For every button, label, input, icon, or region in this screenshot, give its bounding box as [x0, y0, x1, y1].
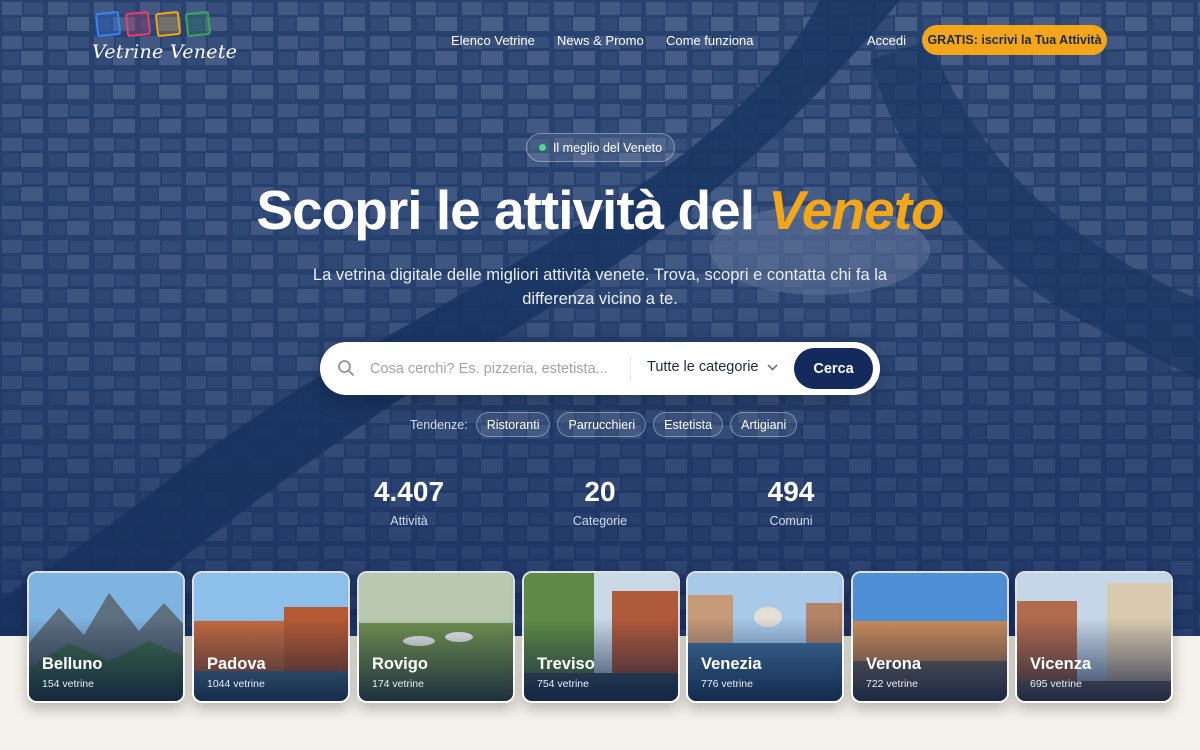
province-card-verona[interactable]: Verona 722 vetrine	[851, 571, 1009, 703]
province-name: Vicenza	[1030, 655, 1092, 673]
nav-link-elenco-vetrine[interactable]: Elenco Vetrine	[451, 33, 535, 48]
nav-link-come-funziona[interactable]: Come funziona	[666, 33, 753, 48]
province-count: 154 vetrine	[42, 678, 94, 690]
province-count: 722 vetrine	[866, 678, 918, 690]
province-count: 776 vetrine	[701, 678, 753, 690]
logo[interactable]: Vetrine Venete	[92, 10, 238, 70]
stat-value: 494	[767, 476, 815, 507]
stat-comuni: 494 Comuni	[691, 476, 891, 528]
trend-chip-artigiani[interactable]: Artigiani	[730, 412, 798, 437]
stat-categorie: 20 Categorie	[500, 476, 700, 528]
province-count: 695 vetrine	[1030, 678, 1082, 690]
logo-square-green	[184, 10, 212, 38]
trend-chip-parrucchieri[interactable]: Parrucchieri	[557, 412, 647, 437]
trending-tags: Tendenze: Ristoranti Parrucchieri Esteti…	[410, 412, 798, 437]
province-card-venezia[interactable]: Venezia 776 vetrine	[686, 571, 844, 703]
search-icon	[338, 360, 354, 376]
logo-text: Vetrine Venete	[92, 41, 238, 63]
province-count: 754 vetrine	[537, 678, 589, 690]
logo-square-yellow	[154, 10, 182, 38]
province-name: Treviso	[537, 655, 595, 673]
page-title-main: Scopri le attività del	[256, 179, 755, 241]
trending-label: Tendenze:	[410, 417, 468, 432]
province-card-vicenza[interactable]: Vicenza 695 vetrine	[1015, 571, 1173, 703]
stat-label: Comuni	[769, 514, 813, 528]
logo-square-pink	[124, 10, 152, 38]
province-name: Verona	[866, 655, 922, 673]
page-title-accent: Veneto	[768, 179, 944, 241]
province-card-belluno[interactable]: Belluno 154 vetrine	[27, 571, 185, 703]
province-name: Belluno	[42, 655, 103, 673]
stat-label: Categorie	[572, 514, 628, 528]
hero-background	[0, 0, 1200, 636]
trend-chip-ristoranti[interactable]: Ristoranti	[475, 412, 551, 437]
province-card-treviso[interactable]: Treviso 754 vetrine	[522, 571, 680, 703]
logo-squares	[94, 10, 224, 38]
province-name: Venezia	[701, 655, 762, 673]
category-select-value: Tutte le categorie	[647, 359, 759, 375]
province-name: Rovigo	[372, 655, 428, 673]
nav-link-news-promo[interactable]: News & Promo	[557, 33, 644, 48]
page-title: Scopri le attività del Veneto	[0, 178, 1200, 242]
stat-value: 20	[584, 476, 616, 507]
logo-square-blue	[94, 10, 122, 38]
hero-badge: Il meglio del Veneto	[526, 133, 675, 162]
login-link[interactable]: Accedi	[867, 33, 906, 48]
search-bar: Tutte le categorie Cerca	[320, 342, 880, 395]
category-select[interactable]: Tutte le categorie	[647, 359, 778, 375]
stat-label: Attività	[390, 514, 428, 528]
province-name: Padova	[207, 655, 266, 673]
chevron-down-icon	[766, 363, 778, 371]
search-button[interactable]: Cerca	[794, 348, 873, 389]
province-card-rovigo[interactable]: Rovigo 174 vetrine	[357, 571, 515, 703]
province-count: 1044 vetrine	[207, 678, 265, 690]
stat-attivita: 4.407 Attività	[309, 476, 509, 528]
trend-chip-estetista[interactable]: Estetista	[653, 412, 724, 437]
province-card-padova[interactable]: Padova 1044 vetrine	[192, 571, 350, 703]
stat-value: 4.407	[373, 476, 445, 507]
city-aerial-illustration	[0, 0, 1200, 636]
signup-cta-button[interactable]: GRATIS: iscrivi la Tua Attività	[922, 25, 1107, 55]
search-divider	[630, 355, 631, 382]
status-dot-icon	[538, 144, 546, 151]
search-input[interactable]	[370, 355, 630, 382]
hero-badge-label: Il meglio del Veneto	[552, 140, 663, 155]
province-count: 174 vetrine	[372, 678, 424, 690]
hero-subtitle: La vetrina digitale delle migliori attiv…	[312, 266, 888, 308]
